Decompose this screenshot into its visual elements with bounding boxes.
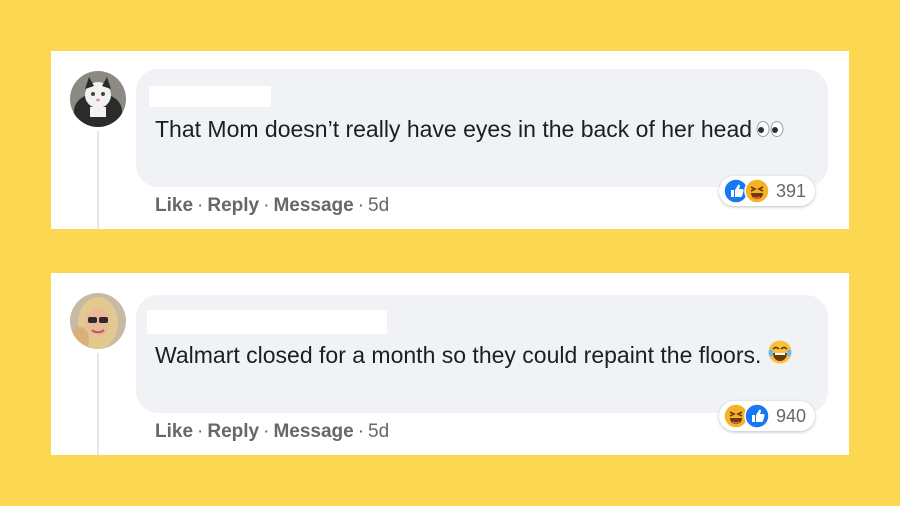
separator-dot: · [357,421,365,442]
avatar[interactable] [70,293,126,349]
reply-link[interactable]: Reply [207,195,259,216]
like-link[interactable]: Like [155,195,193,216]
reactions-summary[interactable]: 391 [719,176,816,206]
eyes-icon [756,114,784,147]
separator-dot: · [197,421,204,442]
thread-line [97,131,99,229]
redacted-author-name [147,310,387,334]
separator-dot: · [263,195,270,216]
reactions-summary[interactable]: 940 [719,401,816,431]
comment-bubble: That Mom doesn’t really have eyes in the… [136,69,828,187]
timestamp[interactable]: 5d [368,195,389,216]
separator-dot: · [263,421,270,442]
redacted-author-name [149,86,271,107]
comment-bubble: Walmart closed for a month so they could… [136,295,828,413]
laughing-tears-icon [767,339,793,374]
comment-text: Walmart closed for a month so they could… [155,339,795,374]
haha-icon [744,178,770,204]
reaction-count: 940 [776,405,807,426]
comment-card-1: That Mom doesn’t really have eyes in the… [51,51,849,229]
message-link[interactable]: Message [273,195,353,216]
separator-dot: · [357,195,365,216]
message-link[interactable]: Message [273,421,353,442]
reaction-count: 391 [776,180,807,201]
comment-actions: Like · Reply · Message · 5d [155,195,389,217]
like-icon [744,403,770,429]
thread-line [97,353,99,455]
comment-actions: Like · Reply · Message · 5d [155,421,389,443]
reply-link[interactable]: Reply [207,421,259,442]
comment-text: That Mom doesn’t really have eyes in the… [155,113,795,147]
comment-card-2: Walmart closed for a month so they could… [51,273,849,455]
like-link[interactable]: Like [155,421,193,442]
avatar[interactable] [70,71,126,127]
timestamp[interactable]: 5d [368,421,389,442]
separator-dot: · [197,195,204,216]
